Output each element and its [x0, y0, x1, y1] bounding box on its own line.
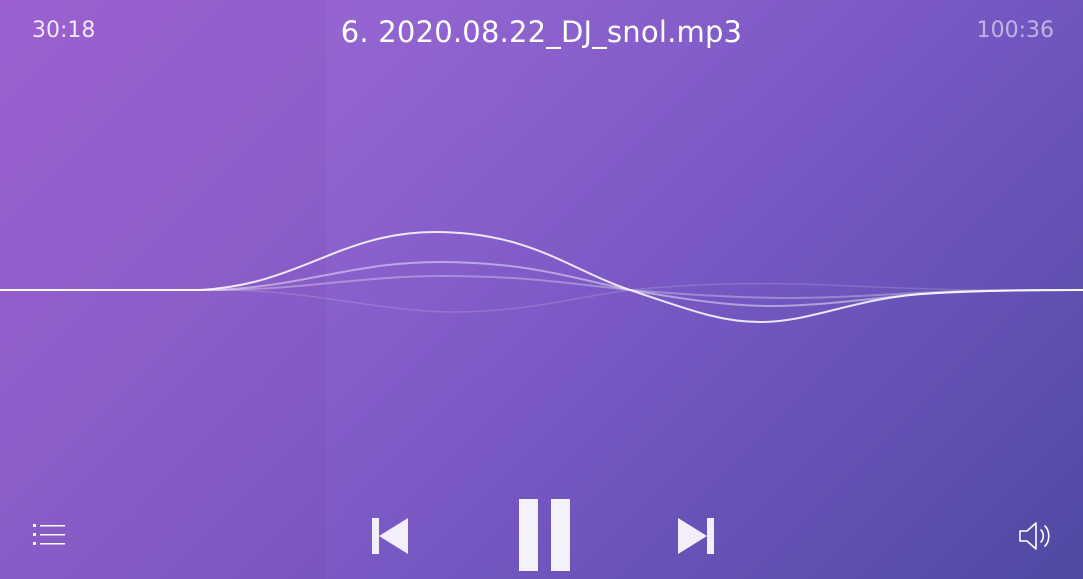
pause-icon — [519, 499, 570, 571]
waveform-line-main — [0, 230, 1083, 324]
pause-button[interactable] — [518, 498, 572, 572]
volume-button[interactable] — [1018, 520, 1054, 552]
previous-track-button[interactable] — [370, 516, 410, 556]
playlist-button[interactable] — [32, 522, 66, 548]
next-track-button[interactable] — [676, 516, 716, 556]
waveform-line-faint — [0, 282, 1083, 313]
playlist-icon — [33, 524, 65, 545]
track-title: 6. 2020.08.22_DJ_snol.mp3 — [340, 15, 743, 49]
total-time: 100:36 — [976, 18, 1054, 43]
skip-previous-icon — [372, 518, 408, 554]
skip-next-icon — [678, 518, 714, 554]
volume-icon — [1019, 522, 1050, 550]
waveform-visualizer — [0, 230, 1083, 324]
waveform-line-secondary — [0, 260, 1083, 308]
